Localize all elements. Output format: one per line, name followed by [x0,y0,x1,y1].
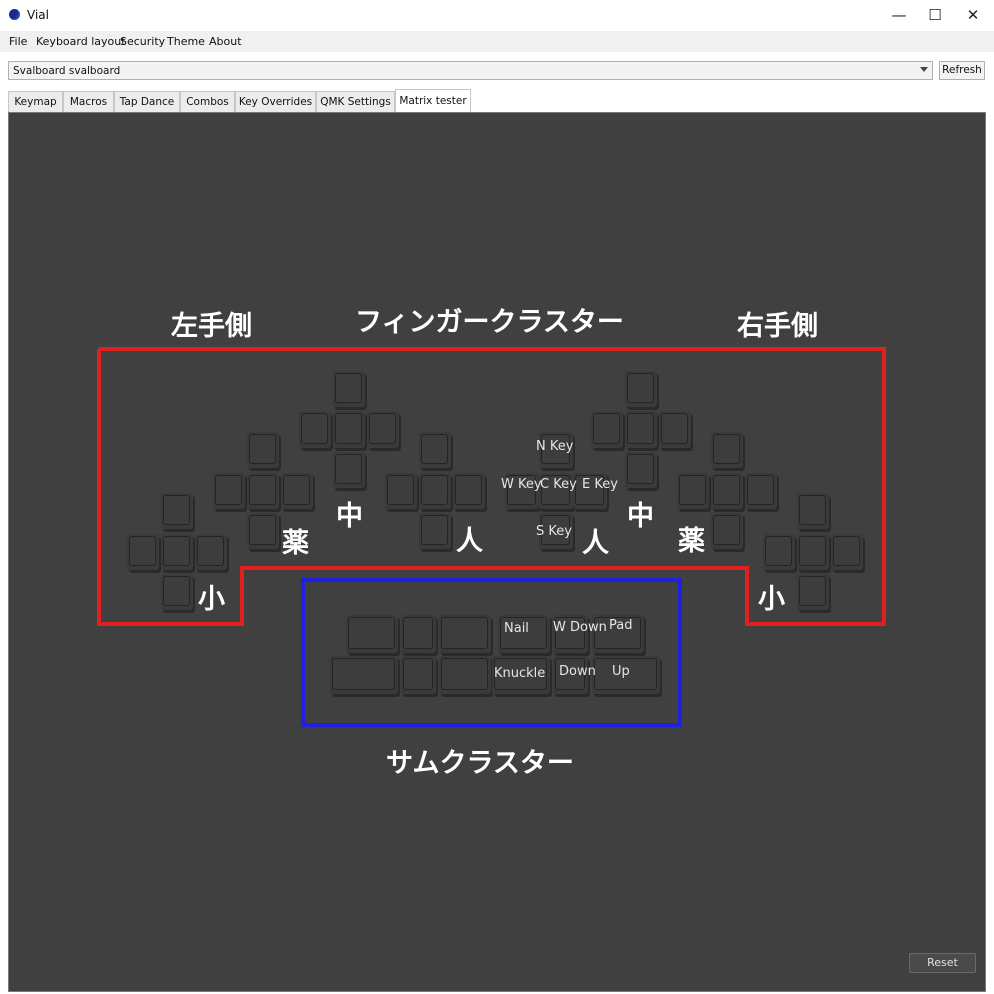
key [330,656,398,694]
key [161,534,193,570]
key [797,534,829,570]
key-label-n: N Key [536,439,574,454]
key [161,574,193,610]
key [745,473,777,509]
key [659,411,691,448]
key-label-c: C Key [540,477,577,492]
index-finger-label-right: 人 [582,528,609,559]
key-label-w-down: W Down [553,620,607,635]
key-label-down: Down [559,664,596,679]
key [333,452,365,488]
key-label-up: Up [612,664,630,679]
key [213,473,245,509]
key [247,513,279,549]
right-side-label: 右手側 [737,311,818,342]
key [385,473,417,509]
key [711,473,743,509]
key-label-w: W Key [501,477,542,492]
key [711,432,743,468]
key [439,656,491,694]
key [625,411,657,448]
finger-cluster-label: フィンガークラスター [355,307,624,338]
key [797,574,829,610]
key [453,473,485,509]
key [439,615,491,653]
reset-button[interactable]: Reset [909,953,976,973]
key [677,473,709,509]
key [299,411,331,448]
ring-finger-label-right: 薬 [678,526,705,557]
key [161,493,193,529]
index-finger-label-left: 人 [456,526,483,557]
key [591,411,623,448]
key [195,534,227,570]
key-label-knuckle: Knuckle [494,666,546,681]
key [333,371,365,407]
key [247,432,279,468]
middle-finger-label-right: 中 [627,501,654,532]
middle-finger-label-left: 中 [336,501,363,532]
key [419,432,451,468]
key [797,493,829,529]
key [247,473,279,509]
key-label-s: S Key [536,524,572,539]
key [367,411,399,448]
key [711,513,743,549]
ring-finger-label-left: 薬 [282,528,309,559]
thumb-cluster-label: サムクラスター [386,748,574,779]
key [763,534,795,570]
key-label-pad: Pad [609,618,633,633]
pinky-finger-label-right: 小 [758,584,785,615]
key-label-nail: Nail [504,621,529,636]
pinky-finger-label-left: 小 [198,584,225,615]
key [625,452,657,488]
key-label-e: E Key [582,477,618,492]
key [831,534,863,570]
key [419,473,451,509]
key [419,513,451,549]
key [625,371,657,407]
key [401,615,436,653]
key [281,473,313,509]
key [346,615,398,653]
key [127,534,159,570]
left-side-label: 左手側 [171,311,252,342]
cluster-outlines [97,347,886,727]
key [401,656,436,694]
key [333,411,365,448]
